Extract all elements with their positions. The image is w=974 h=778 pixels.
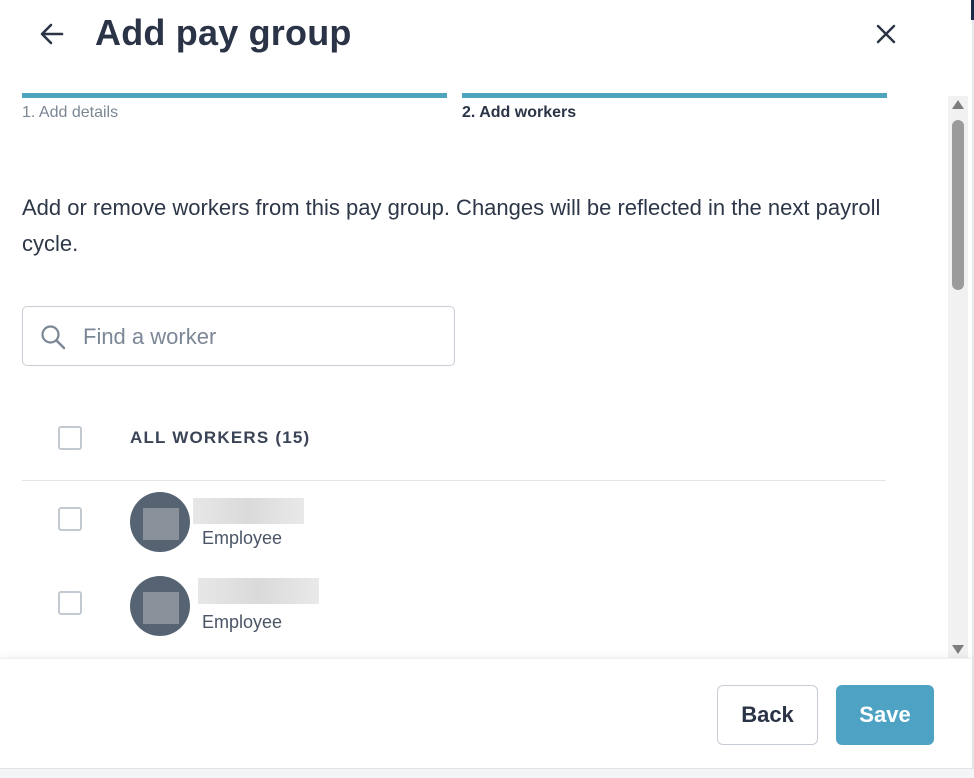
save-button[interactable]: Save xyxy=(836,685,934,745)
step-progress-bar xyxy=(22,93,447,98)
worker-name-redacted xyxy=(193,498,304,524)
page-title: Add pay group xyxy=(95,12,352,53)
instructions-text: Add or remove workers from this pay grou… xyxy=(22,195,881,256)
step-label: 2. Add workers xyxy=(462,104,577,121)
scroll-up-arrow-icon[interactable] xyxy=(952,100,964,109)
worker-role: Employee xyxy=(202,528,283,548)
select-all-checkbox[interactable] xyxy=(58,426,82,450)
footer-actions: Back Save xyxy=(0,658,972,768)
worker-name-redacted xyxy=(198,578,319,604)
avatar xyxy=(130,576,190,636)
arrow-left-icon[interactable] xyxy=(36,18,68,50)
scrollbar-thumb[interactable] xyxy=(952,120,964,290)
avatar xyxy=(130,492,190,552)
search-field[interactable] xyxy=(22,306,455,366)
search-input[interactable] xyxy=(83,317,443,357)
close-icon[interactable] xyxy=(870,18,902,50)
worker-checkbox[interactable] xyxy=(58,591,82,615)
worker-checkbox[interactable] xyxy=(58,507,82,531)
back-button[interactable]: Back xyxy=(717,685,818,745)
select-all-label: ALL WORKERS (15) xyxy=(130,428,311,447)
step-add-details: 1. Add details xyxy=(22,93,447,122)
scroll-down-arrow-icon[interactable] xyxy=(952,645,964,654)
search-icon xyxy=(41,325,66,350)
add-pay-group-page: Add pay group 1. Add details 2. Add work… xyxy=(0,0,974,778)
step-add-workers: 2. Add workers xyxy=(462,93,887,122)
step-label: 1. Add details xyxy=(22,104,119,121)
worker-role: Employee xyxy=(202,612,283,632)
step-progress-bar xyxy=(462,93,887,98)
list-divider xyxy=(22,480,886,481)
window-bottom-edge xyxy=(0,768,974,778)
avatar-image xyxy=(143,592,179,624)
avatar-image xyxy=(143,508,179,540)
